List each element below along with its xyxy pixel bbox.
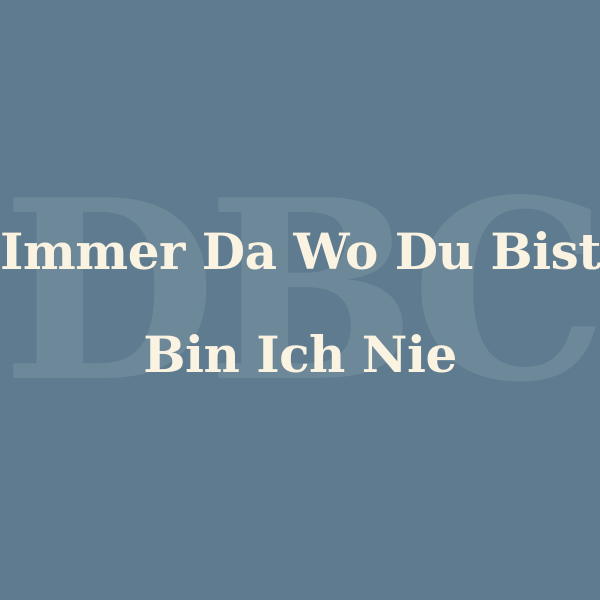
title-card: DBC Immer Da Wo Du Bist Bin Ich Nie: [0, 0, 600, 600]
title-line-1: Immer Da Wo Du Bist: [0, 222, 600, 281]
title-line-2: Bin Ich Nie: [143, 325, 457, 384]
